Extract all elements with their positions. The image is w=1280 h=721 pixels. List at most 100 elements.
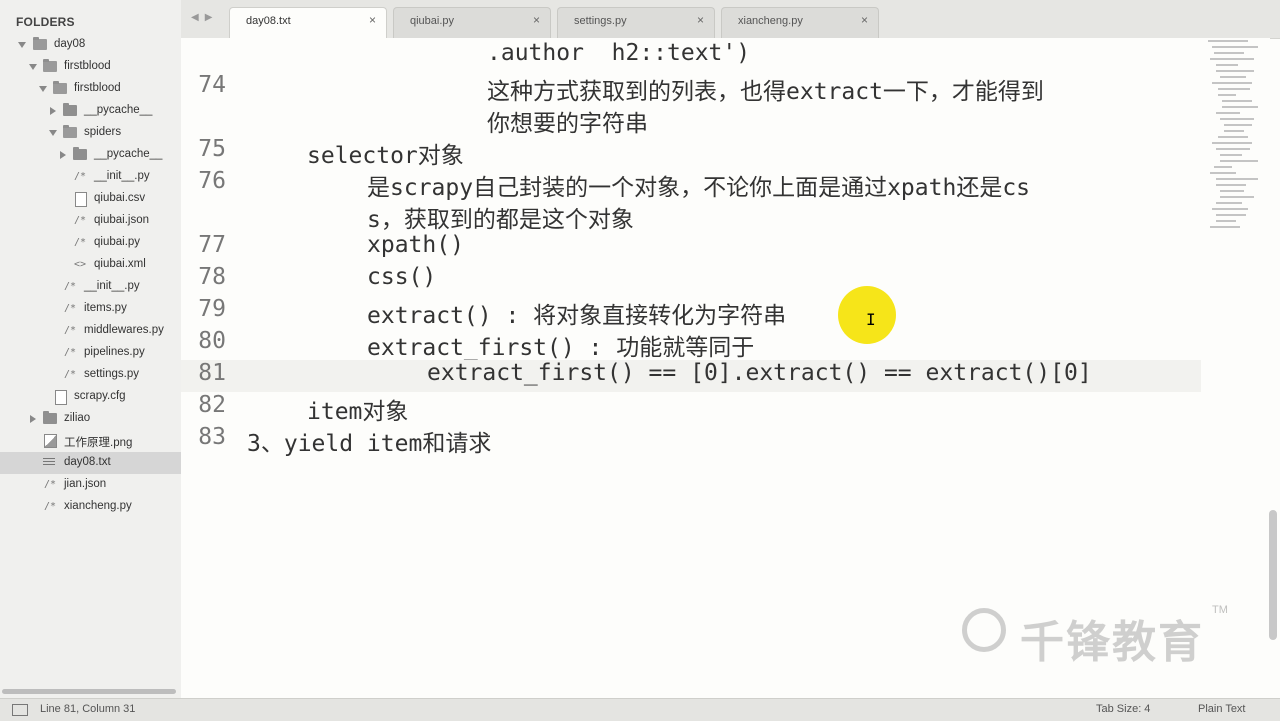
tree-file-jian-json[interactable]: /* jian.json — [0, 474, 181, 496]
line-text: extract() : 将对象直接转化为字符串 — [367, 303, 787, 329]
line-text: 是scrapy自己封装的一个对象，不论你上面是通过xpath还是cs — [367, 175, 1031, 201]
line-text: extract_first() : 功能就等同于 — [367, 335, 755, 361]
watermark-text: 千锋教育 — [1020, 617, 1204, 668]
editor-line[interactable]: .author h2::text') — [181, 40, 1201, 72]
line-number: 74 — [198, 72, 226, 98]
tree-file-qiubai-json[interactable]: /* qiubai.json — [0, 210, 181, 232]
editor-line[interactable]: 你想要的字符串 — [181, 104, 1201, 137]
tab-xiancheng-py[interactable]: xiancheng.py × — [721, 7, 879, 39]
editor-line[interactable]: 83 3、yield item和请求 — [181, 424, 1201, 457]
folder-icon — [43, 411, 57, 424]
tab-nav-arrows-icon[interactable]: ◀▶ — [191, 12, 218, 23]
editor-line[interactable]: 82 item对象 — [181, 392, 1201, 425]
expand-arrow-icon[interactable] — [29, 64, 37, 70]
line-text: item对象 — [307, 399, 409, 425]
tree-folder-pycache[interactable]: __pycache__ — [0, 100, 181, 122]
json-file-icon: /* — [73, 215, 87, 226]
line-text: 你想要的字符串 — [487, 111, 648, 137]
editor-line[interactable]: 77 xpath() — [181, 232, 1201, 264]
close-icon[interactable]: × — [861, 13, 868, 27]
tree-file-day08-txt[interactable]: day08.txt — [0, 452, 181, 474]
editor-line[interactable]: 78 css() — [181, 264, 1201, 296]
folder-icon — [33, 37, 47, 50]
panel-toggle-icon[interactable] — [12, 704, 28, 716]
line-number: 76 — [198, 168, 226, 194]
collapse-arrow-icon[interactable] — [30, 415, 36, 423]
close-icon[interactable]: × — [533, 13, 540, 27]
python-file-icon: /* — [63, 369, 77, 380]
python-file-icon: /* — [63, 303, 77, 314]
vertical-scrollbar[interactable] — [1269, 510, 1277, 640]
syntax-selector[interactable]: Plain Text — [1198, 703, 1246, 715]
tree-folder-pycache-spiders[interactable]: __pycache__ — [0, 144, 181, 166]
editor-line-current[interactable]: 81 extract_first() == [0].extract() == e… — [181, 360, 1201, 392]
sidebar-horizontal-scrollbar[interactable] — [2, 689, 176, 694]
image-file-icon — [44, 434, 57, 448]
line-number: 78 — [198, 264, 226, 290]
document-file-icon — [75, 192, 87, 207]
json-file-icon: /* — [43, 479, 57, 490]
editor-line[interactable]: s，获取到的都是这个对象 — [181, 200, 1201, 233]
editor-line[interactable]: 79 extract() : 将对象直接转化为字符串 — [181, 296, 1201, 329]
editor-line[interactable]: 80 extract_first() : 功能就等同于 — [181, 328, 1201, 361]
python-file-icon: /* — [73, 171, 87, 182]
folder-icon — [73, 147, 87, 160]
tree-file-items[interactable]: /* items.py — [0, 298, 181, 320]
line-text: 这种方式获取到的列表，也得extract一下，才能得到 — [487, 79, 1044, 105]
line-text: s，获取到的都是这个对象 — [367, 207, 634, 233]
tree-folder-day08[interactable]: day08 — [0, 34, 181, 56]
tree-folder-ziliao[interactable]: ziliao — [0, 408, 181, 430]
tree-file-settings[interactable]: /* settings.py — [0, 364, 181, 386]
line-text: 3、yield item和请求 — [247, 431, 492, 457]
tree-file-qiubai-py[interactable]: /* qiubai.py — [0, 232, 181, 254]
collapse-arrow-icon[interactable] — [60, 151, 66, 159]
expand-arrow-icon[interactable] — [18, 42, 26, 48]
line-text: extract_first() == [0].extract() == extr… — [427, 360, 1092, 386]
tab-settings-py[interactable]: settings.py × — [557, 7, 715, 39]
tree-folder-firstblood-inner[interactable]: firstblood — [0, 78, 181, 100]
text-editor[interactable]: .author h2::text') 74 这种方式获取到的列表，也得extra… — [181, 38, 1270, 698]
line-text: .author h2::text') — [487, 40, 751, 66]
watermark-tm: TM — [1212, 604, 1228, 616]
tab-qiubai-py[interactable]: qiubai.py × — [393, 7, 551, 39]
python-file-icon: /* — [73, 237, 87, 248]
status-bar: Line 81, Column 31 Tab Size: 4 Plain Tex… — [0, 698, 1280, 721]
folder-icon — [43, 59, 57, 72]
expand-arrow-icon[interactable] — [39, 86, 47, 92]
tab-size-selector[interactable]: Tab Size: 4 — [1096, 703, 1150, 715]
tree-folder-firstblood[interactable]: firstblood — [0, 56, 181, 78]
line-text: selector对象 — [307, 143, 464, 169]
close-icon[interactable]: × — [697, 13, 704, 27]
editor-line[interactable]: 75 selector对象 — [181, 136, 1201, 169]
tree-file-pipelines[interactable]: /* pipelines.py — [0, 342, 181, 364]
line-number: 79 — [198, 296, 226, 322]
tree-file-init-spiders[interactable]: /* __init__.py — [0, 166, 181, 188]
line-number: 75 — [198, 136, 226, 162]
editor-line[interactable]: 74 这种方式获取到的列表，也得extract一下，才能得到 — [181, 72, 1201, 105]
watermark-logo: 千锋教育 TM — [962, 604, 1232, 668]
python-file-icon: /* — [63, 347, 77, 358]
close-icon[interactable]: × — [369, 13, 376, 27]
tree-file-qiubai-csv[interactable]: qiubai.csv — [0, 188, 181, 210]
tab-bar: ◀▶ day08.txt × qiubai.py × settings.py ×… — [181, 0, 1280, 39]
tree-folder-spiders[interactable]: spiders — [0, 122, 181, 144]
line-number: 77 — [198, 232, 226, 258]
line-text: xpath() — [367, 232, 464, 258]
tree-file-scrapy-cfg[interactable]: scrapy.cfg — [0, 386, 181, 408]
text-cursor-icon: I — [866, 310, 876, 329]
xml-file-icon: <> — [73, 259, 87, 270]
tab-day08-txt[interactable]: day08.txt × — [229, 7, 387, 39]
tree-file-work-principle-png[interactable]: 工作原理.png — [0, 430, 181, 452]
folders-header: FOLDERS — [16, 15, 75, 29]
text-file-icon — [43, 458, 55, 467]
line-number: 80 — [198, 328, 226, 354]
minimap[interactable] — [1206, 38, 1261, 238]
tree-file-init[interactable]: /* __init__.py — [0, 276, 181, 298]
editor-line[interactable]: 76 是scrapy自己封装的一个对象，不论你上面是通过xpath还是cs — [181, 168, 1201, 201]
tree-file-middlewares[interactable]: /* middlewares.py — [0, 320, 181, 342]
collapse-arrow-icon[interactable] — [50, 107, 56, 115]
tree-file-xiancheng-py[interactable]: /* xiancheng.py — [0, 496, 181, 518]
tree-file-qiubai-xml[interactable]: <> qiubai.xml — [0, 254, 181, 276]
line-number: 81 — [198, 360, 226, 386]
expand-arrow-icon[interactable] — [49, 130, 57, 136]
